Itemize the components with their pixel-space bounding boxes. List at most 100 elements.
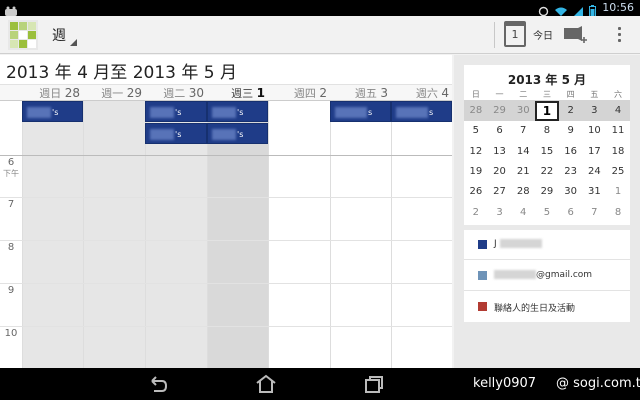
recent-apps-button[interactable]: [362, 373, 386, 395]
mini-calendar-day[interactable]: 8: [535, 121, 559, 141]
calendar-item[interactable]: J: [464, 230, 630, 260]
hour-line: [0, 197, 452, 198]
status-bar: 10:56: [0, 0, 640, 17]
day-header-sun[interactable]: 週日 28: [22, 85, 83, 101]
mini-calendar-today[interactable]: 1: [535, 101, 559, 121]
day-headers: 週日 28 週一 29 週二 30 週三 1 週四 2 週五 3 週六 4: [0, 84, 452, 101]
mini-calendar-day[interactable]: 26: [464, 182, 488, 202]
hour-line: [0, 240, 452, 241]
day-column-sun[interactable]: [22, 101, 83, 368]
watermark-user: kelly0907: [473, 376, 537, 391]
new-event-button[interactable]: [562, 24, 588, 46]
mini-calendar-weekday-label: 二: [519, 90, 528, 99]
mini-calendar-day[interactable]: 22: [535, 162, 559, 182]
mini-calendar-day[interactable]: 1: [606, 182, 630, 202]
mini-calendar-day[interactable]: 25: [606, 162, 630, 182]
mini-calendar-day[interactable]: 12: [464, 142, 488, 162]
mini-calendar-weekday-label: 三: [542, 90, 551, 99]
mini-calendar-day[interactable]: 2: [464, 203, 488, 223]
all-day-event[interactable]: 's: [145, 101, 207, 122]
calendar-item[interactable]: @gmail.com: [464, 261, 630, 291]
mini-calendar-day[interactable]: 4: [606, 101, 630, 121]
navigation-bar: kelly0907 @ sogi.com.tw: [0, 368, 640, 400]
mini-calendar-day[interactable]: 7: [511, 121, 535, 141]
mini-calendar-weekday-label: 日: [471, 90, 480, 99]
today-button[interactable]: 1 今日: [502, 21, 554, 49]
week-view: 2013 年 4 月至 2013 年 5 月 週日 28 週一 29 週二 30…: [0, 55, 452, 368]
day-header-sat[interactable]: 週六 4: [391, 85, 452, 101]
all-day-event[interactable]: 's: [207, 101, 268, 122]
day-header-wed-today[interactable]: 週三 1: [207, 85, 268, 101]
view-selector[interactable]: 週: [52, 25, 77, 46]
calendar-name: J: [494, 239, 497, 249]
calendar-list: J @gmail.com 聯絡人的生日及活動: [464, 230, 630, 322]
mini-calendar-day[interactable]: 9: [559, 121, 583, 141]
calendar-app-icon[interactable]: [8, 20, 38, 50]
mini-calendar-day[interactable]: 8: [606, 203, 630, 223]
mini-calendar-day[interactable]: 7: [583, 203, 607, 223]
grid-line: [391, 101, 392, 368]
day-header-tue[interactable]: 週二 30: [145, 85, 207, 101]
mini-calendar-day[interactable]: 16: [559, 142, 583, 162]
day-header-thu[interactable]: 週四 2: [268, 85, 330, 101]
recent-apps-icon: [365, 376, 383, 393]
all-day-event[interactable]: s: [391, 101, 452, 122]
mini-calendar-day[interactable]: 3: [583, 101, 607, 121]
all-day-event[interactable]: 's: [145, 123, 207, 144]
mini-calendar-day[interactable]: 28: [464, 101, 488, 121]
home-button[interactable]: [254, 373, 278, 395]
mini-calendar-day[interactable]: 24: [583, 162, 607, 182]
grid-line: [83, 101, 84, 368]
date-range-title: 2013 年 4 月至 2013 年 5 月: [6, 63, 237, 83]
mini-calendar-day[interactable]: 31: [583, 182, 607, 202]
mini-calendar-day[interactable]: 4: [511, 203, 535, 223]
mini-calendar: 2013 年 5 月 日一二三四五六 28 29 30 1 2 3 4 5 6 7 8 9 10 11 12 1…: [464, 65, 630, 225]
view-selector-label: 週: [52, 28, 66, 44]
mini-calendar-day[interactable]: 14: [511, 142, 535, 162]
mini-calendar-weekday-label: 五: [590, 90, 599, 99]
grid-line: [330, 101, 331, 368]
mini-calendar-day[interactable]: 5: [535, 203, 559, 223]
all-day-event[interactable]: 's: [207, 123, 268, 144]
mini-calendar-day[interactable]: 3: [488, 203, 512, 223]
calendar-color-swatch: [478, 271, 487, 280]
hour-label-9: 9: [7, 285, 15, 296]
mini-calendar-day[interactable]: 28: [511, 182, 535, 202]
mini-calendar-day[interactable]: 19: [464, 162, 488, 182]
mini-calendar-day[interactable]: 13: [488, 142, 512, 162]
overflow-menu-button[interactable]: [612, 24, 626, 46]
mini-calendar-day[interactable]: 6: [559, 203, 583, 223]
mini-calendar-day[interactable]: 10: [583, 121, 607, 141]
all-day-event[interactable]: 's: [22, 101, 83, 122]
side-panel: 2013 年 5 月 日一二三四五六 28 29 30 1 2 3 4 5 6 7 8 9 10 11 12 1…: [454, 55, 640, 368]
time-grid[interactable]: 6 下午 7 8 9 10 's 's 's s s 's 's: [0, 101, 452, 368]
day-header-fri[interactable]: 週五 3: [330, 85, 391, 101]
mini-calendar-day[interactable]: 29: [535, 182, 559, 202]
redacted-text: [494, 270, 536, 279]
back-button[interactable]: [146, 373, 170, 395]
mini-calendar-day[interactable]: 15: [535, 142, 559, 162]
mini-calendar-day[interactable]: 18: [606, 142, 630, 162]
mini-calendar-day[interactable]: 21: [511, 162, 535, 182]
mini-calendar-day[interactable]: 29: [488, 101, 512, 121]
hour-label-7: 7: [7, 199, 15, 210]
hour-label-10: 10: [4, 328, 18, 339]
calendar-item[interactable]: 聯絡人的生日及活動: [464, 292, 630, 322]
mini-calendar-day[interactable]: 2: [559, 101, 583, 121]
mini-calendar-day[interactable]: 5: [464, 121, 488, 141]
mini-calendar-day[interactable]: 6: [488, 121, 512, 141]
divider: [494, 22, 495, 48]
hour-line: [0, 326, 452, 327]
day-header-mon[interactable]: 週一 29: [83, 85, 145, 101]
mini-calendar-day[interactable]: 23: [559, 162, 583, 182]
mini-calendar-day[interactable]: 20: [488, 162, 512, 182]
mini-calendar-day[interactable]: 17: [583, 142, 607, 162]
day-column-mon[interactable]: [83, 101, 145, 368]
mini-calendar-day[interactable]: 11: [606, 121, 630, 141]
mini-calendar-day[interactable]: 30: [511, 101, 535, 121]
mini-calendar-day[interactable]: 30: [559, 182, 583, 202]
mini-calendar-day[interactable]: 27: [488, 182, 512, 202]
calendar-color-swatch: [478, 240, 487, 249]
all-day-event[interactable]: s: [330, 101, 391, 122]
redacted-text: [499, 239, 542, 248]
